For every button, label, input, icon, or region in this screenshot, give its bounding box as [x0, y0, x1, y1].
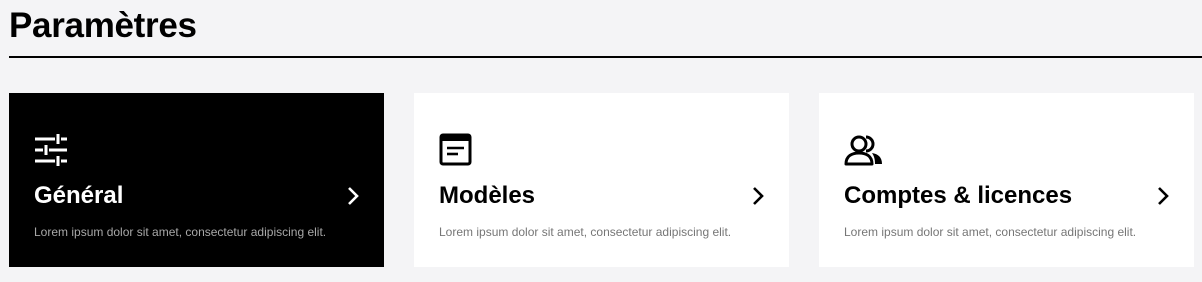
title-divider: [9, 56, 1202, 58]
card-title: Général: [34, 182, 124, 209]
chevron-right-icon: [1156, 185, 1170, 207]
card-description: Lorem ipsum dolor sit amet, consectetur …: [844, 225, 1137, 239]
settings-card-templates[interactable]: Modèles Lorem ipsum dolor sit amet, cons…: [414, 93, 789, 267]
settings-cards: Général Lorem ipsum dolor sit amet, cons…: [9, 93, 1194, 267]
template-icon: [439, 133, 473, 167]
page-title: Paramètres: [9, 6, 197, 45]
card-description: Lorem ipsum dolor sit amet, consectetur …: [439, 225, 732, 239]
chevron-right-icon: [346, 185, 360, 207]
settings-card-general[interactable]: Général Lorem ipsum dolor sit amet, cons…: [9, 93, 384, 267]
chevron-right-icon: [751, 185, 765, 207]
card-title: Comptes & licences: [844, 182, 1073, 209]
users-icon: [844, 133, 882, 167]
card-description: Lorem ipsum dolor sit amet, consectetur …: [34, 225, 327, 239]
settings-card-accounts[interactable]: Comptes & licences Lorem ipsum dolor sit…: [819, 93, 1194, 267]
sliders-icon: [34, 133, 68, 167]
card-title: Modèles: [439, 182, 536, 209]
